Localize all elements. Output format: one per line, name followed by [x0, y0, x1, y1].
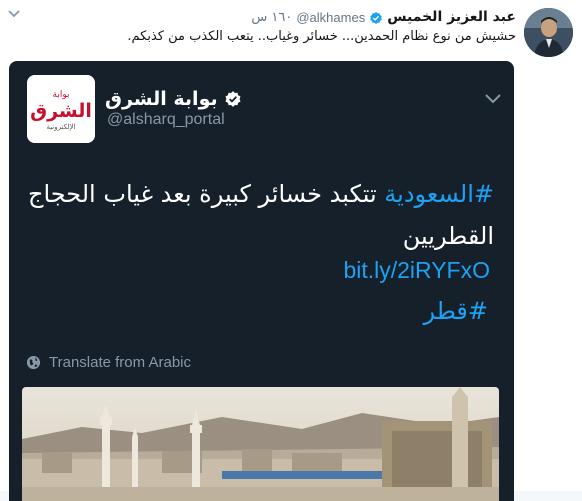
- short-link[interactable]: bit.ly/2iRYFxO: [343, 257, 490, 284]
- quoted-account-name[interactable]: بوابة الشرق: [105, 88, 218, 110]
- hashtag-link[interactable]: #قطر: [423, 297, 488, 325]
- author-name[interactable]: عبد العزيز الخميس: [387, 9, 516, 25]
- tweet-time[interactable]: ١٦٠ س: [251, 10, 292, 25]
- chevron-down-icon[interactable]: [484, 91, 502, 105]
- verified-badge-icon: [369, 10, 383, 25]
- verified-badge-icon: [224, 90, 242, 108]
- tweet-text: حشيش من نوع نظام الحمدين... خسائر وغياب.…: [127, 29, 516, 44]
- translate-label: Translate from Arabic: [49, 353, 191, 371]
- chevron-down-icon[interactable]: [7, 6, 21, 20]
- translate-button[interactable]: Translate from Arabic: [26, 353, 191, 371]
- avatar[interactable]: [524, 8, 573, 57]
- quoted-account-row: بوابة الشرق: [105, 88, 242, 110]
- quoted-account-handle[interactable]: @alsharq_portal: [107, 111, 225, 129]
- logo-tagline: الإلكترونية: [46, 123, 75, 131]
- mecca-photo[interactable]: [22, 387, 499, 501]
- author-handle[interactable]: @alkhames: [296, 10, 365, 25]
- hashtag-link[interactable]: #السعودية: [384, 180, 494, 208]
- tweet-container: عبد العزيز الخميس @alkhames ١٦٠ س حشيش م…: [0, 0, 582, 501]
- alsharq-logo[interactable]: بوابة الشرق الإلكترونية: [27, 75, 95, 143]
- tweet-header: عبد العزيز الخميس @alkhames ١٦٠ س: [251, 8, 516, 26]
- globe-icon: [26, 355, 41, 370]
- logo-text: الشرق: [30, 100, 92, 122]
- quoted-tweet-card[interactable]: بوابة الشرق الإلكترونية بوابة الشرق @als…: [9, 61, 514, 501]
- quoted-tweet-text: #السعودية تتكبد خسائر كبيرة بعد غياب الح…: [24, 173, 494, 257]
- logo-subtext: بوابة: [53, 90, 70, 100]
